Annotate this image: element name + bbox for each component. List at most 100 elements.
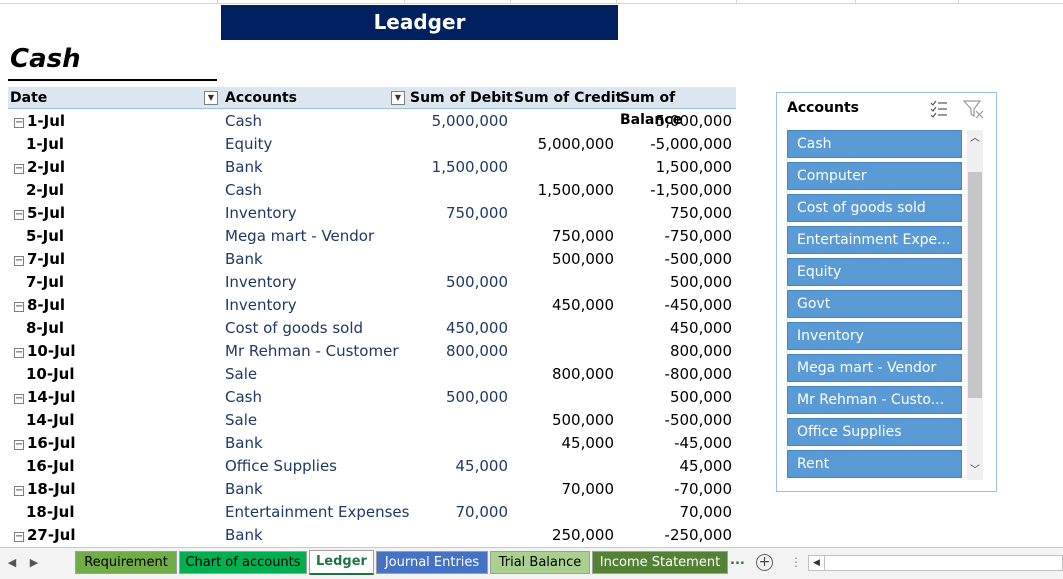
- table-row[interactable]: 5-Jul Mega mart - Vendor 750,000 -750,000: [8, 225, 736, 248]
- account-cell[interactable]: Bank: [225, 156, 405, 179]
- account-cell[interactable]: Office Supplies: [225, 455, 405, 478]
- account-cell[interactable]: Bank: [225, 432, 405, 455]
- balance-cell[interactable]: -5,000,000: [620, 133, 732, 156]
- tab-trial-balance[interactable]: Trial Balance: [490, 551, 590, 574]
- table-row[interactable]: 7-Jul Inventory 500,000 500,000: [8, 271, 736, 294]
- chevron-down-icon[interactable]: ﹀: [967, 462, 983, 480]
- tab-chart-of-accounts[interactable]: Chart of accounts: [179, 551, 307, 574]
- account-cell[interactable]: Cost of goods sold: [225, 317, 405, 340]
- table-row[interactable]: 2-Jul Cash 1,500,000 -1,500,000: [8, 179, 736, 202]
- credit-cell[interactable]: 250,000: [514, 524, 614, 547]
- slicer-item[interactable]: Inventory: [787, 322, 962, 350]
- debit-cell[interactable]: 1,500,000: [408, 156, 508, 179]
- account-cell[interactable]: Inventory: [225, 271, 405, 294]
- table-row[interactable]: −8-Jul Inventory 450,000 -450,000: [8, 294, 736, 317]
- tab-requirement[interactable]: Requirement: [75, 551, 177, 574]
- date-cell[interactable]: 10-Jul: [26, 363, 236, 386]
- table-row[interactable]: 16-Jul Office Supplies 45,000 45,000: [8, 455, 736, 478]
- balance-cell[interactable]: -45,000: [620, 432, 732, 455]
- debit-cell[interactable]: 45,000: [408, 455, 509, 478]
- table-row[interactable]: −1-Jul Cash 5,000,000 5,000,000: [8, 110, 736, 133]
- date-filter-dropdown[interactable]: ▼: [204, 91, 218, 105]
- balance-cell[interactable]: -500,000: [620, 248, 732, 271]
- balance-cell[interactable]: 450,000: [620, 317, 732, 340]
- credit-cell[interactable]: 800,000: [514, 363, 614, 386]
- slicer-item[interactable]: Office Supplies: [787, 418, 962, 446]
- collapse-icon[interactable]: −: [14, 532, 24, 542]
- balance-cell[interactable]: 500,000: [620, 386, 732, 409]
- collapse-icon[interactable]: −: [14, 440, 24, 450]
- date-cell[interactable]: 16-Jul: [26, 455, 236, 478]
- clear-filter-icon[interactable]: [963, 99, 985, 119]
- balance-cell[interactable]: 45,000: [620, 455, 733, 478]
- slicer-item[interactable]: Equity: [787, 258, 962, 286]
- account-cell[interactable]: Inventory: [225, 202, 405, 225]
- credit-cell[interactable]: 5,000,000: [514, 133, 614, 156]
- tab-scroll-left-icon[interactable]: ◀: [2, 554, 22, 572]
- date-cell[interactable]: −18-Jul: [14, 478, 224, 501]
- credit-cell[interactable]: 45,000: [514, 432, 615, 455]
- credit-cell[interactable]: 1,500,000: [514, 179, 614, 202]
- collapse-icon[interactable]: −: [14, 210, 24, 220]
- slicer-item[interactable]: Cash: [787, 130, 962, 158]
- account-cell[interactable]: Cash: [225, 110, 405, 133]
- account-cell[interactable]: Cash: [225, 386, 405, 409]
- balance-cell[interactable]: -70,000: [620, 478, 732, 501]
- account-cell[interactable]: Cash: [225, 179, 405, 202]
- tab-journal-entries[interactable]: Journal Entries: [376, 551, 488, 574]
- date-cell[interactable]: 1-Jul: [26, 133, 236, 156]
- date-cell[interactable]: 8-Jul: [26, 317, 236, 340]
- credit-cell[interactable]: 750,000: [514, 225, 614, 248]
- balance-cell[interactable]: 1,500,000: [620, 156, 732, 179]
- collapse-icon[interactable]: −: [14, 348, 24, 358]
- date-cell[interactable]: −7-Jul: [14, 248, 224, 271]
- collapse-icon[interactable]: −: [14, 486, 24, 496]
- credit-cell[interactable]: 450,000: [514, 294, 614, 317]
- credit-cell[interactable]: 500,000: [514, 409, 614, 432]
- debit-cell[interactable]: 450,000: [408, 317, 508, 340]
- date-cell[interactable]: 14-Jul: [26, 409, 236, 432]
- slicer-item[interactable]: Entertainment Expe...: [787, 226, 962, 254]
- table-row[interactable]: 18-Jul Entertainment Expenses 70,000 70,000: [8, 501, 736, 524]
- tab-scroll-right-icon[interactable]: ▶: [24, 554, 44, 572]
- slicer-item[interactable]: Govt: [787, 290, 962, 318]
- table-row[interactable]: −16-Jul Bank 45,000 -45,000: [8, 432, 736, 455]
- account-cell[interactable]: Mr Rehman - Customer: [225, 340, 405, 363]
- balance-cell[interactable]: -750,000: [620, 225, 732, 248]
- balance-cell[interactable]: 750,000: [620, 202, 732, 225]
- collapse-icon[interactable]: −: [14, 118, 24, 128]
- account-cell[interactable]: Equity: [225, 133, 405, 156]
- accounts-filter-dropdown[interactable]: ▼: [391, 91, 405, 105]
- slicer-scrollbar[interactable]: ︿ ﹀: [967, 130, 983, 480]
- date-cell[interactable]: −10-Jul: [14, 340, 224, 363]
- date-cell[interactable]: 18-Jul: [26, 501, 236, 524]
- account-cell[interactable]: Mega mart - Vendor: [225, 225, 405, 248]
- slicer-item[interactable]: Mr Rehman - Custo...: [787, 386, 962, 414]
- collapse-icon[interactable]: −: [14, 394, 24, 404]
- tab-ledger[interactable]: Ledger: [309, 550, 374, 575]
- date-cell[interactable]: −5-Jul: [14, 202, 224, 225]
- table-row[interactable]: 8-Jul Cost of goods sold 450,000 450,000: [8, 317, 736, 340]
- balance-cell[interactable]: 800,000: [620, 340, 732, 363]
- account-cell[interactable]: Bank: [225, 524, 405, 547]
- date-cell[interactable]: 7-Jul: [26, 271, 236, 294]
- table-row[interactable]: −5-Jul Inventory 750,000 750,000: [8, 202, 736, 225]
- table-row[interactable]: −14-Jul Cash 500,000 500,000: [8, 386, 736, 409]
- table-row[interactable]: 14-Jul Sale 500,000 -500,000: [8, 409, 736, 432]
- table-row[interactable]: 1-Jul Equity 5,000,000 -5,000,000: [8, 133, 736, 156]
- balance-cell[interactable]: 5,000,000: [620, 110, 732, 133]
- account-cell[interactable]: Entertainment Expenses: [225, 501, 409, 524]
- account-cell[interactable]: Sale: [225, 363, 405, 386]
- splitter-icon[interactable]: ⋮: [790, 555, 802, 569]
- table-row[interactable]: −2-Jul Bank 1,500,000 1,500,000: [8, 156, 736, 179]
- account-cell[interactable]: Inventory: [225, 294, 405, 317]
- debit-cell[interactable]: 500,000: [408, 271, 508, 294]
- date-cell[interactable]: 2-Jul: [26, 179, 236, 202]
- date-cell[interactable]: −27-Jul: [14, 524, 224, 547]
- balance-cell[interactable]: -1,500,000: [620, 179, 732, 202]
- add-sheet-icon[interactable]: +: [756, 554, 773, 571]
- worksheet[interactable]: Leadger Cash Date ▼ Accounts ▼ Sum of De…: [0, 0, 1063, 547]
- debit-cell[interactable]: 750,000: [408, 202, 508, 225]
- credit-cell[interactable]: 500,000: [514, 248, 614, 271]
- more-tabs-button[interactable]: ...: [730, 553, 745, 568]
